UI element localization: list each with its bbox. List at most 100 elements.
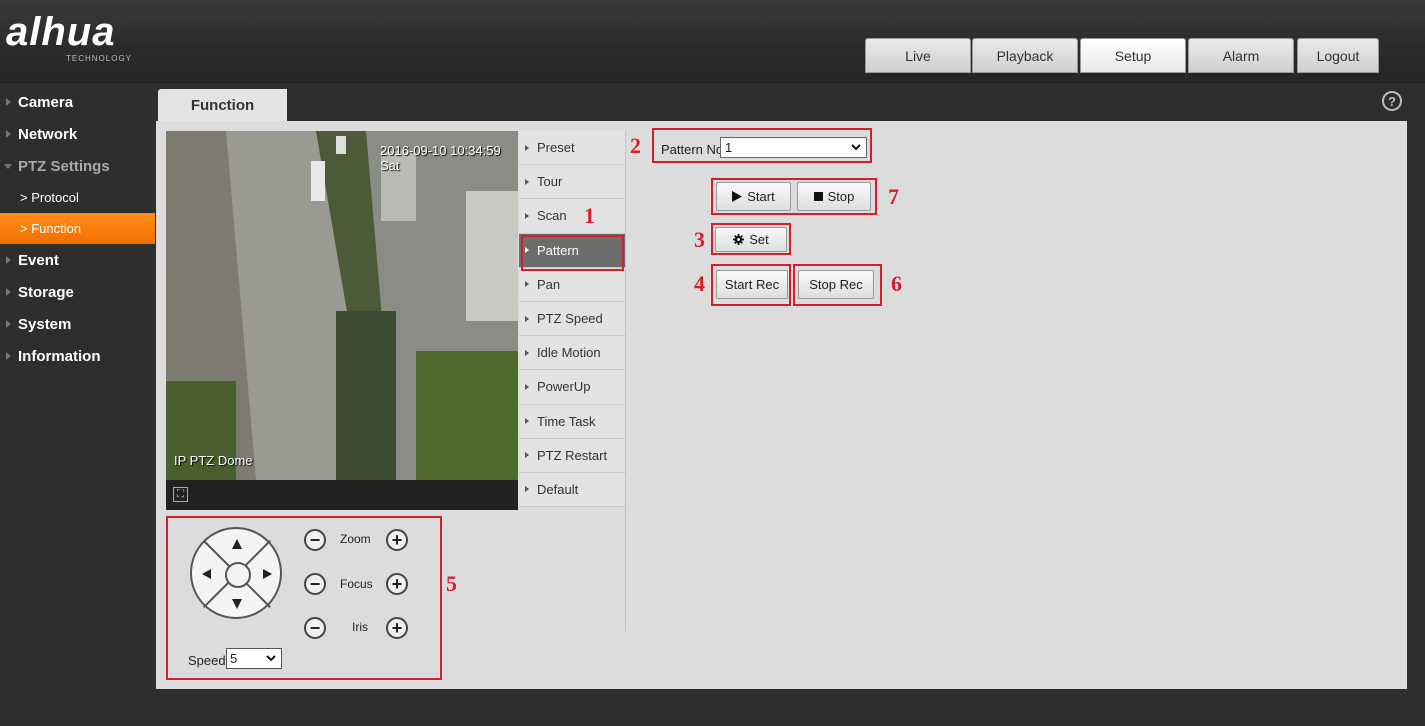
chevron-down-icon	[266, 655, 276, 662]
annotation-number: 6	[891, 271, 902, 296]
function-menu: Preset Tour Scan Pattern Pan PTZ Speed I…	[519, 131, 625, 508]
stop-label: Stop	[827, 189, 855, 204]
menu-item-label: PTZ Restart	[537, 447, 608, 463]
arrow-up-icon[interactable]	[232, 539, 242, 549]
menu-item-idle-motion[interactable]: Idle Motion	[519, 336, 625, 371]
tab-alarm[interactable]: Alarm	[1188, 38, 1294, 73]
menu-item-label: Tour	[537, 174, 563, 190]
set-button[interactable]: Set	[715, 227, 787, 252]
sidebar-item-event[interactable]: Event	[0, 244, 155, 276]
menu-item-label: Pan	[537, 276, 561, 292]
sidebar-item-label: Camera	[18, 93, 74, 111]
sidebar-item-network[interactable]: Network	[0, 118, 155, 150]
annotation-number: 7	[888, 184, 899, 209]
tab-playback[interactable]: Playback	[972, 38, 1078, 73]
menu-item-powerup[interactable]: PowerUp	[519, 370, 625, 405]
page-tab-function[interactable]: Function	[158, 89, 287, 122]
annotation-number: 4	[694, 271, 705, 296]
stop-icon	[813, 192, 823, 201]
start-rec-button[interactable]: Start Rec	[716, 270, 788, 299]
collapsed-arrow-icon	[6, 130, 11, 138]
arrow-down-icon[interactable]	[232, 599, 242, 609]
tab-setup[interactable]: Setup	[1080, 38, 1186, 73]
menu-item-label: PTZ Speed	[537, 311, 603, 327]
menu-item-label: Default	[537, 481, 579, 497]
menu-arrow-icon	[525, 212, 529, 219]
highlight-pattern-menu	[521, 235, 624, 271]
collapsed-arrow-icon	[6, 320, 11, 328]
focus-near-button[interactable]: −	[304, 573, 326, 595]
set-label: Set	[749, 232, 769, 247]
menu-item-preset[interactable]: Preset	[519, 131, 625, 166]
annotation-number: 1	[584, 203, 595, 228]
menu-arrow-icon	[525, 486, 529, 493]
speed-value: 5	[230, 651, 238, 666]
sidebar-item-camera[interactable]: Camera	[0, 86, 155, 118]
pattern-no-select[interactable]: 1	[720, 137, 867, 158]
menu-item-label: Preset	[537, 140, 575, 156]
start-label: Start	[747, 189, 775, 204]
menu-item-ptz-speed[interactable]: PTZ Speed	[519, 301, 625, 337]
speed-label: Speed	[188, 653, 226, 668]
direction-pad[interactable]	[190, 527, 282, 619]
chevron-down-icon	[851, 144, 861, 151]
help-icon[interactable]: ?	[1382, 91, 1402, 111]
collapsed-arrow-icon	[6, 98, 11, 106]
sidebar-item-protocol[interactable]: > Protocol	[0, 182, 155, 213]
collapsed-arrow-icon	[6, 288, 11, 296]
menu-item-label: Time Task	[537, 413, 596, 429]
menu-item-default[interactable]: Default	[519, 472, 625, 508]
sidebar: Camera Network PTZ Settings > Protocol >…	[0, 86, 155, 372]
fullscreen-icon[interactable]: ⛶	[173, 487, 188, 502]
ptz-control-panel: − Zoom + − Focus + − Iris + Speed 5	[166, 516, 442, 680]
play-icon	[732, 191, 743, 202]
iris-open-button[interactable]: +	[386, 617, 408, 639]
expanded-arrow-icon	[4, 164, 12, 169]
video-timestamp: 2016-09-10 10:34:59 Sat	[380, 143, 501, 173]
annotation-number: 3	[694, 227, 705, 252]
brand-logo: alhua	[6, 10, 116, 54]
start-button[interactable]: Start	[716, 182, 791, 211]
sidebar-item-label: System	[18, 315, 72, 333]
menu-item-ptz-restart[interactable]: PTZ Restart	[519, 438, 625, 473]
menu-arrow-icon	[525, 281, 529, 288]
sidebar-item-ptz-settings[interactable]: PTZ Settings	[0, 150, 155, 182]
focus-label: Focus	[340, 577, 373, 591]
menu-arrow-icon	[525, 452, 529, 459]
top-bar: alhua TECHNOLOGY Live Playback Setup Ala…	[0, 0, 1425, 83]
sidebar-item-label: Network	[18, 125, 78, 143]
iris-close-button[interactable]: −	[304, 617, 326, 639]
arrow-left-icon[interactable]	[202, 569, 211, 579]
video-preview[interactable]: 2016-09-10 10:34:59 Sat IP PTZ Dome ⛶	[166, 131, 518, 510]
focus-far-button[interactable]: +	[386, 573, 408, 595]
brand-tagline: TECHNOLOGY	[66, 54, 133, 63]
stop-rec-button[interactable]: Stop Rec	[798, 270, 874, 299]
sidebar-item-function[interactable]: > Function	[0, 213, 155, 244]
menu-arrow-icon	[525, 349, 529, 356]
menu-arrow-icon	[525, 178, 529, 185]
video-toolbar: ⛶	[166, 480, 518, 510]
stop-button[interactable]: Stop	[797, 182, 871, 211]
arrow-right-icon[interactable]	[263, 569, 272, 579]
speed-select[interactable]: 5	[226, 648, 282, 669]
zoom-out-button[interactable]: −	[304, 529, 326, 551]
annotation-number: 5	[446, 571, 457, 596]
sidebar-item-information[interactable]: Information	[0, 340, 155, 372]
collapsed-arrow-icon	[6, 256, 11, 264]
sidebar-item-system[interactable]: System	[0, 308, 155, 340]
pattern-no-label: Pattern No.	[661, 142, 727, 157]
sidebar-item-storage[interactable]: Storage	[0, 276, 155, 308]
tab-logout[interactable]: Logout	[1297, 38, 1379, 73]
menu-item-scan[interactable]: Scan	[519, 199, 625, 234]
menu-item-tour[interactable]: Tour	[519, 165, 625, 200]
dpad-center-button[interactable]	[225, 562, 251, 588]
menu-item-pan[interactable]: Pan	[519, 267, 625, 302]
camera-image	[166, 131, 518, 480]
sidebar-item-label: PTZ Settings	[18, 157, 110, 175]
tab-live[interactable]: Live	[865, 38, 971, 73]
menu-arrow-icon	[525, 383, 529, 390]
zoom-in-button[interactable]: +	[386, 529, 408, 551]
menu-arrow-icon	[525, 418, 529, 425]
menu-item-time-task[interactable]: Time Task	[519, 404, 625, 439]
menu-divider	[625, 131, 626, 631]
